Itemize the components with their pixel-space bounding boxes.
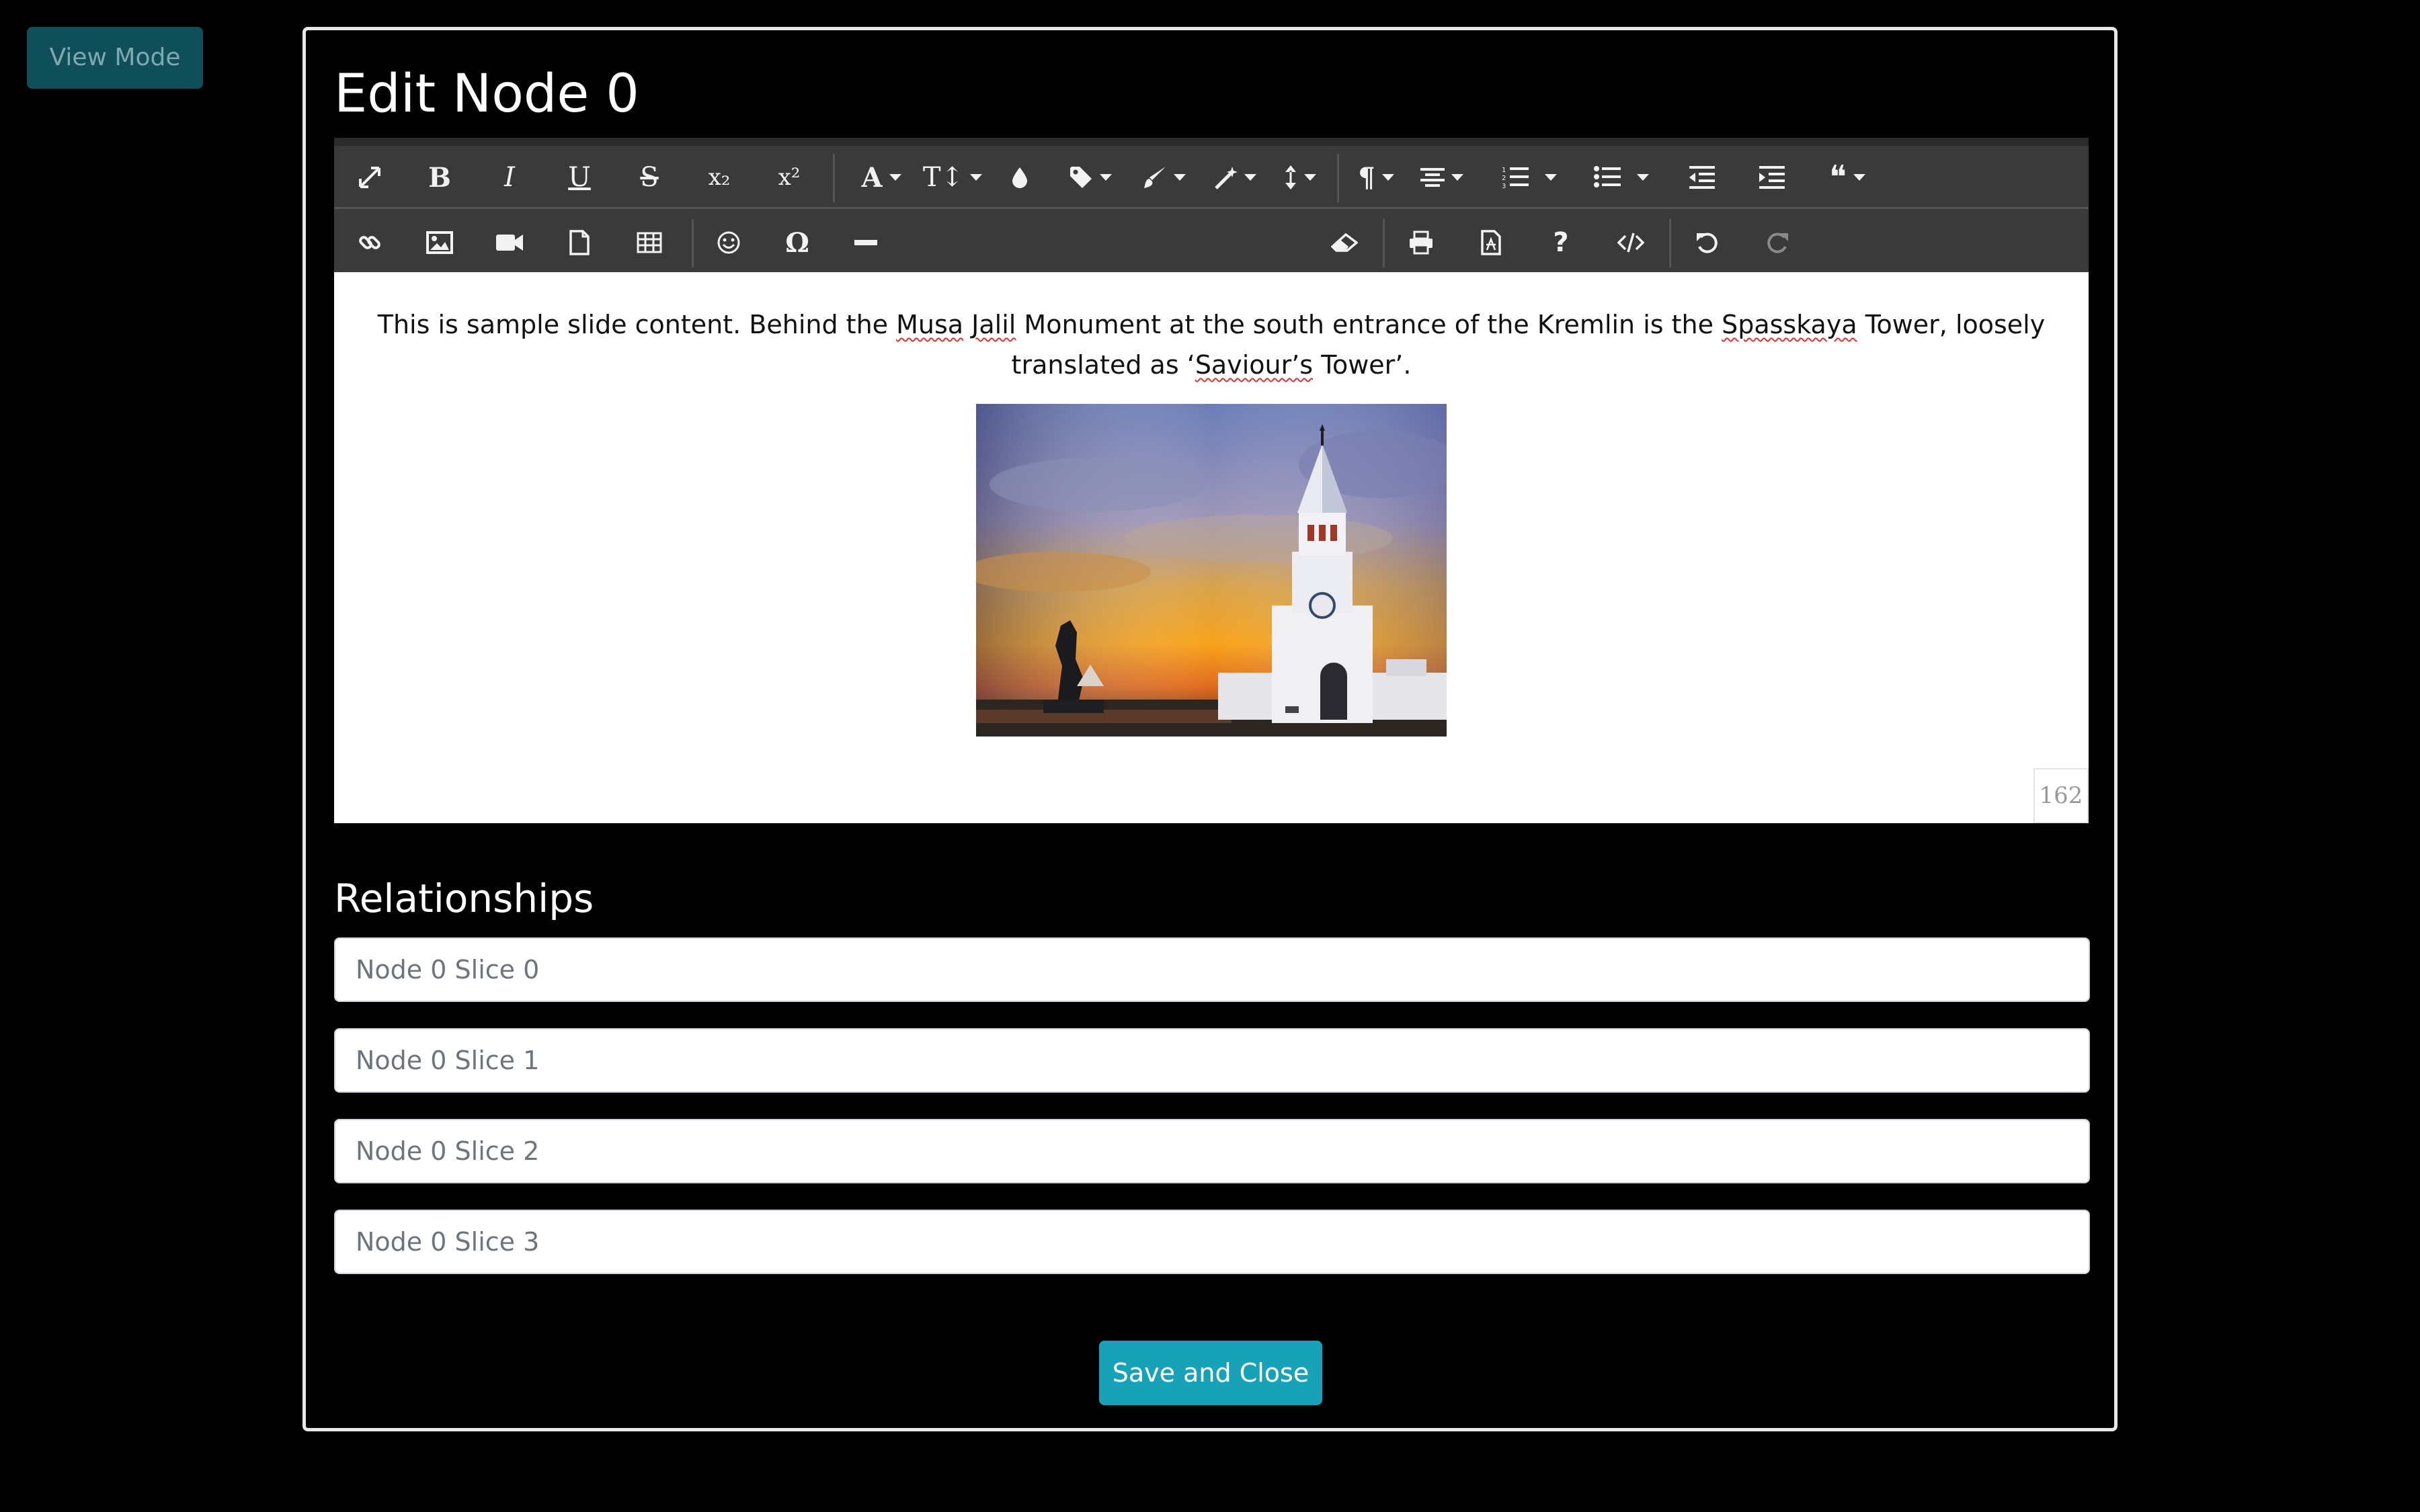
tag-icon[interactable] xyxy=(1053,146,1127,209)
relationship-input-slice-0[interactable] xyxy=(334,937,2090,1002)
help-icon[interactable]: ? xyxy=(1532,211,1590,274)
subscript-icon[interactable]: x₂ xyxy=(690,146,748,209)
misspelled-word: Musa xyxy=(896,310,964,339)
kremlin-tower-photo[interactable] xyxy=(976,404,1447,737)
superscript-icon[interactable]: x² xyxy=(760,146,818,209)
align-icon[interactable] xyxy=(1408,146,1476,209)
table-icon[interactable] xyxy=(620,211,678,274)
link-icon[interactable] xyxy=(341,211,399,274)
svg-text:3: 3 xyxy=(1502,183,1506,190)
video-icon[interactable] xyxy=(481,211,538,274)
svg-text:2: 2 xyxy=(1502,175,1506,182)
character-counter: 162 xyxy=(2033,768,2089,823)
clear-format-icon[interactable] xyxy=(1316,211,1373,274)
relationship-input-slice-1[interactable] xyxy=(334,1028,2090,1093)
toolbar-separator xyxy=(833,154,835,202)
slide-content-text: This is sample slide content. Behind the… xyxy=(354,304,2068,385)
undo-icon[interactable] xyxy=(1679,211,1736,274)
special-chars-icon[interactable]: Ω xyxy=(768,211,826,274)
misspelled-word: Spasskaya xyxy=(1722,310,1857,339)
toolbar-row-1: B I U S x₂ x² A T↕ ¶ 1 2 3 ❝ xyxy=(334,146,2089,209)
magic-wand-icon[interactable] xyxy=(1198,146,1272,209)
bold-icon[interactable]: B xyxy=(411,146,469,209)
misspelled-word: Jalil xyxy=(971,310,1016,339)
line-height-icon[interactable] xyxy=(1270,146,1330,209)
misspelled-word: Saviour’s xyxy=(1195,350,1314,380)
text-segment xyxy=(963,310,971,339)
text-segment: Monument at the south entrance of the Kr… xyxy=(1016,310,1722,339)
font-size-icon[interactable]: T↕ xyxy=(919,146,986,209)
indent-icon[interactable] xyxy=(1742,146,1802,209)
toolbar-separator xyxy=(1669,219,1671,267)
font-family-icon[interactable]: A xyxy=(848,146,915,209)
save-and-close-button[interactable]: Save and Close xyxy=(1099,1341,1322,1405)
pdf-icon[interactable] xyxy=(1462,211,1520,274)
toolbar-separator xyxy=(1337,154,1339,202)
rich-text-editor: B I U S x₂ x² A T↕ ¶ 1 2 3 ❝ Ω ? This is… xyxy=(334,138,2089,823)
toolbar-separator xyxy=(1383,219,1385,267)
edit-node-modal: Edit Node 0 B I U S x₂ x² A T↕ ¶ 1 2 3 ❝… xyxy=(302,27,2118,1431)
underline-icon[interactable]: U xyxy=(551,146,608,209)
quote-icon[interactable]: ❝ xyxy=(1810,146,1884,209)
toolbar-row-2: Ω ? xyxy=(334,211,2089,274)
print-icon[interactable] xyxy=(1392,211,1450,274)
file-icon[interactable] xyxy=(551,211,608,274)
view-mode-button[interactable]: View Mode xyxy=(27,27,203,89)
text-color-icon[interactable] xyxy=(993,146,1047,209)
paint-brush-icon[interactable] xyxy=(1127,146,1201,209)
relationship-input-slice-3[interactable] xyxy=(334,1210,2090,1274)
relationships-heading: Relationships xyxy=(334,876,594,921)
toolbar-separator xyxy=(692,219,694,267)
paragraph-icon[interactable]: ¶ xyxy=(1346,146,1406,209)
italic-icon[interactable]: I xyxy=(481,146,538,209)
strikethrough-icon[interactable]: S xyxy=(620,146,678,209)
editor-content-area[interactable]: This is sample slide content. Behind the… xyxy=(334,272,2089,823)
relationship-input-slice-2[interactable] xyxy=(334,1119,2090,1183)
outdent-icon[interactable] xyxy=(1672,146,1732,209)
unordered-list-icon[interactable] xyxy=(1581,146,1662,209)
redo-icon[interactable] xyxy=(1748,211,1806,274)
editor-toolbar: B I U S x₂ x² A T↕ ¶ 1 2 3 ❝ Ω ? xyxy=(334,138,2089,272)
modal-title: Edit Node 0 xyxy=(334,64,639,124)
code-view-icon[interactable] xyxy=(1602,211,1660,274)
ordered-list-icon[interactable]: 123 xyxy=(1489,146,1570,209)
emoticon-icon[interactable] xyxy=(700,211,758,274)
horizontal-line-icon[interactable] xyxy=(837,211,895,274)
image-icon[interactable] xyxy=(411,211,469,274)
fullscreen-icon[interactable] xyxy=(341,146,399,209)
svg-text:1: 1 xyxy=(1502,167,1506,174)
text-segment: This is sample slide content. Behind the xyxy=(377,310,897,339)
text-segment: Tower’. xyxy=(1313,350,1412,380)
